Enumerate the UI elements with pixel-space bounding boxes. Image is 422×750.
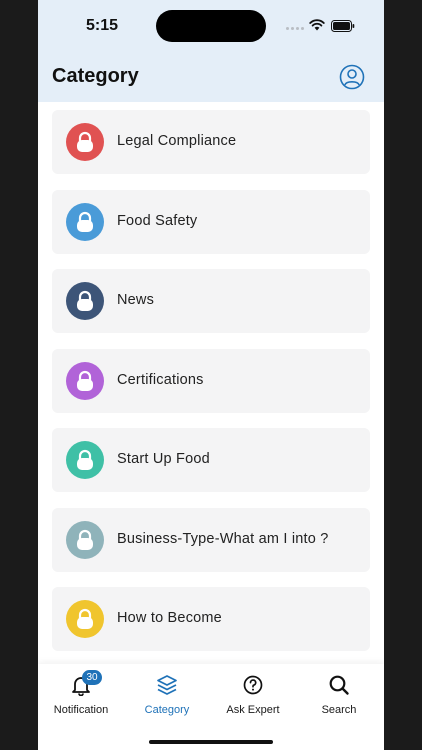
category-item-certifications[interactable]: Certifications bbox=[52, 349, 370, 413]
category-item-legal-compliance[interactable]: Legal Compliance bbox=[52, 110, 370, 174]
bottom-tab-bar: 30 Notification Category Ask Expert Sear… bbox=[38, 664, 384, 750]
tab-notification[interactable]: 30 Notification bbox=[38, 670, 124, 724]
dynamic-island bbox=[156, 10, 266, 42]
tab-search[interactable]: Search bbox=[296, 674, 382, 724]
category-label: News bbox=[117, 292, 155, 308]
tab-category[interactable]: Category bbox=[124, 674, 210, 724]
category-label: Food Safety bbox=[117, 213, 198, 229]
category-badge bbox=[66, 362, 104, 400]
category-item-how-to-become[interactable]: How to Become bbox=[52, 587, 370, 651]
category-label: Legal Compliance bbox=[117, 133, 237, 149]
app-screen: 5:15 Category Legal Compliance Food Safe… bbox=[38, 0, 384, 750]
category-label: Business-Type-What am I into ? bbox=[117, 531, 329, 547]
category-badge bbox=[66, 441, 104, 479]
page-title: Category bbox=[52, 65, 139, 87]
lock-icon bbox=[77, 290, 93, 311]
profile-icon[interactable] bbox=[339, 64, 365, 90]
status-time: 5:15 bbox=[86, 17, 119, 34]
category-label: Certifications bbox=[117, 372, 204, 388]
search-icon bbox=[329, 675, 349, 695]
status-bar: 5:15 bbox=[38, 0, 384, 52]
question-circle-icon bbox=[243, 675, 263, 695]
cellular-signal-icon bbox=[286, 27, 304, 30]
tab-label: Notification bbox=[53, 704, 109, 716]
category-item-business-type[interactable]: Business-Type-What am I into ? bbox=[52, 508, 370, 572]
tab-label: Category bbox=[144, 704, 190, 716]
lock-icon bbox=[77, 131, 93, 152]
tab-label: Ask Expert bbox=[226, 704, 280, 716]
lock-icon bbox=[77, 370, 93, 391]
lock-icon bbox=[77, 529, 93, 550]
battery-icon bbox=[331, 20, 355, 32]
category-item-news[interactable]: News bbox=[52, 269, 370, 333]
category-label: Start Up Food bbox=[117, 451, 210, 467]
category-item-start-up-food[interactable]: Start Up Food bbox=[52, 428, 370, 492]
lock-icon bbox=[77, 608, 93, 629]
category-badge bbox=[66, 600, 104, 638]
category-badge bbox=[66, 123, 104, 161]
category-label: How to Become bbox=[117, 610, 222, 626]
category-item-food-safety[interactable]: Food Safety bbox=[52, 190, 370, 254]
lock-icon bbox=[77, 211, 93, 232]
app-header: Category bbox=[38, 52, 384, 102]
notification-count-badge: 30 bbox=[82, 670, 102, 685]
category-badge bbox=[66, 203, 104, 241]
tab-ask-expert[interactable]: Ask Expert bbox=[210, 674, 296, 724]
tab-label: Search bbox=[321, 704, 357, 716]
wifi-icon bbox=[309, 19, 325, 31]
category-badge bbox=[66, 521, 104, 559]
layers-icon bbox=[157, 675, 177, 695]
category-list: Legal Compliance Food Safety News Certif… bbox=[38, 102, 384, 662]
home-indicator[interactable] bbox=[149, 740, 273, 744]
category-badge bbox=[66, 282, 104, 320]
lock-icon bbox=[77, 449, 93, 470]
